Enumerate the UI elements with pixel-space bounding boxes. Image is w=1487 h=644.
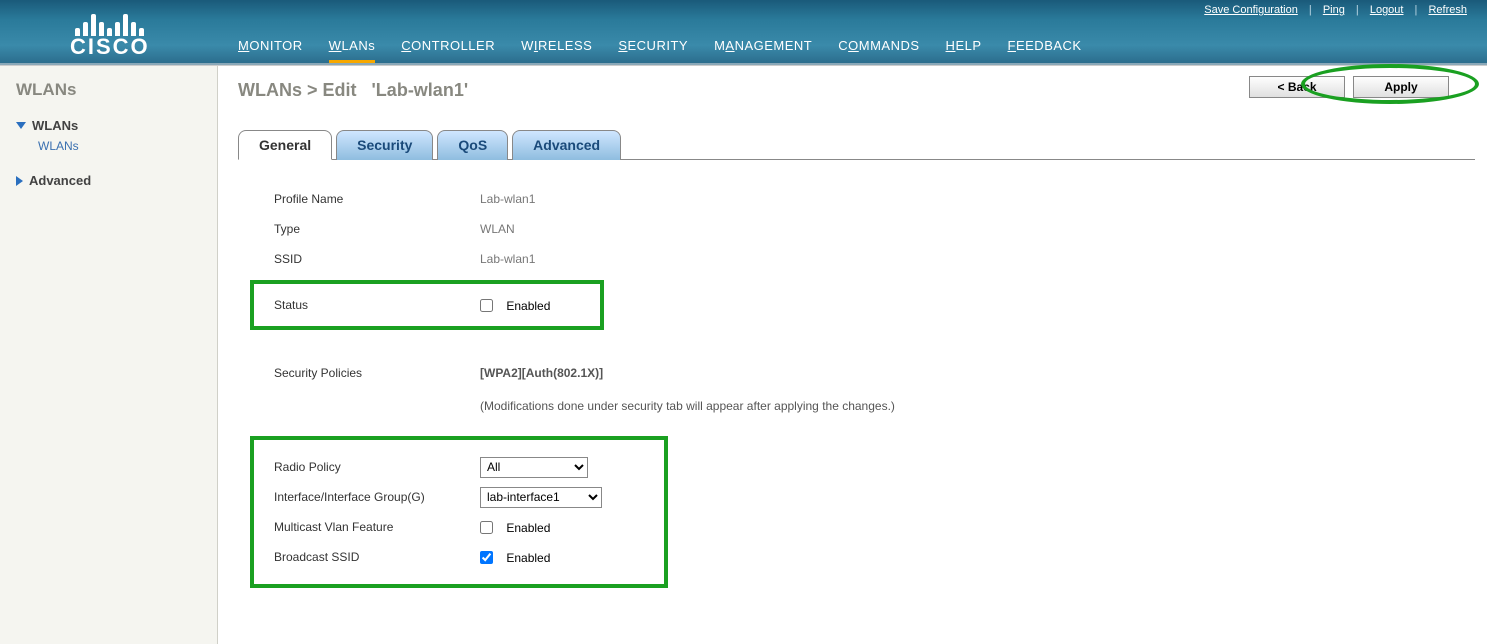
nav-management[interactable]: MANAGEMENT [714,38,812,59]
separator: | [1356,4,1359,16]
status-label: Status [274,298,480,312]
sidebar-item-advanced[interactable]: Advanced [16,173,217,188]
type-label: Type [274,222,480,236]
radio-policy-select[interactable]: All [480,457,588,478]
save-config-link[interactable]: Save Configuration [1204,4,1298,16]
sidebar-item-label: Advanced [29,173,91,188]
tab-general[interactable]: General [238,130,332,160]
broadcast-ssid-checkbox[interactable] [480,551,493,564]
nav-help[interactable]: HELP [946,38,982,59]
security-policies-hint: (Modifications done under security tab w… [480,399,895,413]
logout-link[interactable]: Logout [1370,4,1404,16]
nav-feedback[interactable]: FEEDBACK [1008,38,1082,59]
sidebar-item-label: WLANs [32,118,78,133]
tab-qos[interactable]: QoS [437,130,508,160]
main-nav: MONITOR WLANs CONTROLLER WIRELESS SECURI… [238,38,1082,59]
sidebar-title: WLANs [16,80,217,100]
radio-highlight-box: Radio Policy All Interface/Interface Gro… [250,436,668,588]
multicast-vlan-checkbox[interactable] [480,521,493,534]
interface-group-select[interactable]: lab-interface1 [480,487,602,508]
security-policies-label: Security Policies [274,366,480,380]
nav-commands[interactable]: COMMANDS [838,38,919,59]
action-buttons: < Back Apply [1249,76,1449,98]
ssid-value: Lab-wlan1 [480,252,535,266]
nav-controller[interactable]: CONTROLLER [401,38,495,59]
nav-wlans[interactable]: WLANs [329,38,376,59]
tab-advanced[interactable]: Advanced [512,130,621,160]
broadcast-ssid-label: Broadcast SSID [274,550,480,564]
status-highlight-box: Status Enabled [250,280,604,330]
content-area: WLANs > Edit 'Lab-wlan1' < Back Apply Ge… [218,66,1487,644]
form-area: Profile Name Lab-wlan1 Type WLAN SSID La… [238,160,1475,588]
nav-monitor[interactable]: MONITOR [238,38,303,59]
sidebar-item-wlans[interactable]: WLANs [16,118,217,133]
collapse-icon [16,176,23,186]
profile-name-value: Lab-wlan1 [480,192,535,206]
status-checkbox[interactable] [480,299,493,312]
sidebar: WLANs WLANs WLANs Advanced [0,66,218,644]
expand-icon [16,122,26,129]
ssid-label: SSID [274,252,480,266]
tab-security[interactable]: Security [336,130,433,160]
profile-name-label: Profile Name [274,192,480,206]
separator: | [1415,4,1418,16]
broadcast-ssid-check-label: Enabled [506,551,550,565]
status-check-label: Enabled [506,299,550,313]
multicast-vlan-check-label: Enabled [506,521,550,535]
separator: | [1309,4,1312,16]
multicast-vlan-label: Multicast Vlan Feature [274,520,480,534]
back-button[interactable]: < Back [1249,76,1345,98]
breadcrumb-item-name: 'Lab-wlan1' [372,80,469,100]
sidebar-subitem-wlans[interactable]: WLANs [38,139,217,153]
cisco-logo-bars [70,8,150,36]
cisco-logo-text: CISCO [70,34,150,60]
ping-link[interactable]: Ping [1323,4,1345,16]
breadcrumb-path: WLANs > Edit [238,80,357,100]
nav-wireless[interactable]: WIRELESS [521,38,592,59]
security-policies-value: [WPA2][Auth(802.1X)] [480,366,603,380]
type-value: WLAN [480,222,515,236]
interface-group-label: Interface/Interface Group(G) [274,490,480,504]
radio-policy-label: Radio Policy [274,460,480,474]
refresh-link[interactable]: Refresh [1428,4,1467,16]
nav-security[interactable]: SECURITY [618,38,688,59]
cisco-logo: CISCO [70,8,150,60]
tabs: General Security QoS Advanced [238,129,1475,160]
top-bar: Save Configuration | Ping | Logout | Ref… [0,0,1487,65]
utility-links: Save Configuration | Ping | Logout | Ref… [1202,4,1469,16]
apply-button[interactable]: Apply [1353,76,1449,98]
